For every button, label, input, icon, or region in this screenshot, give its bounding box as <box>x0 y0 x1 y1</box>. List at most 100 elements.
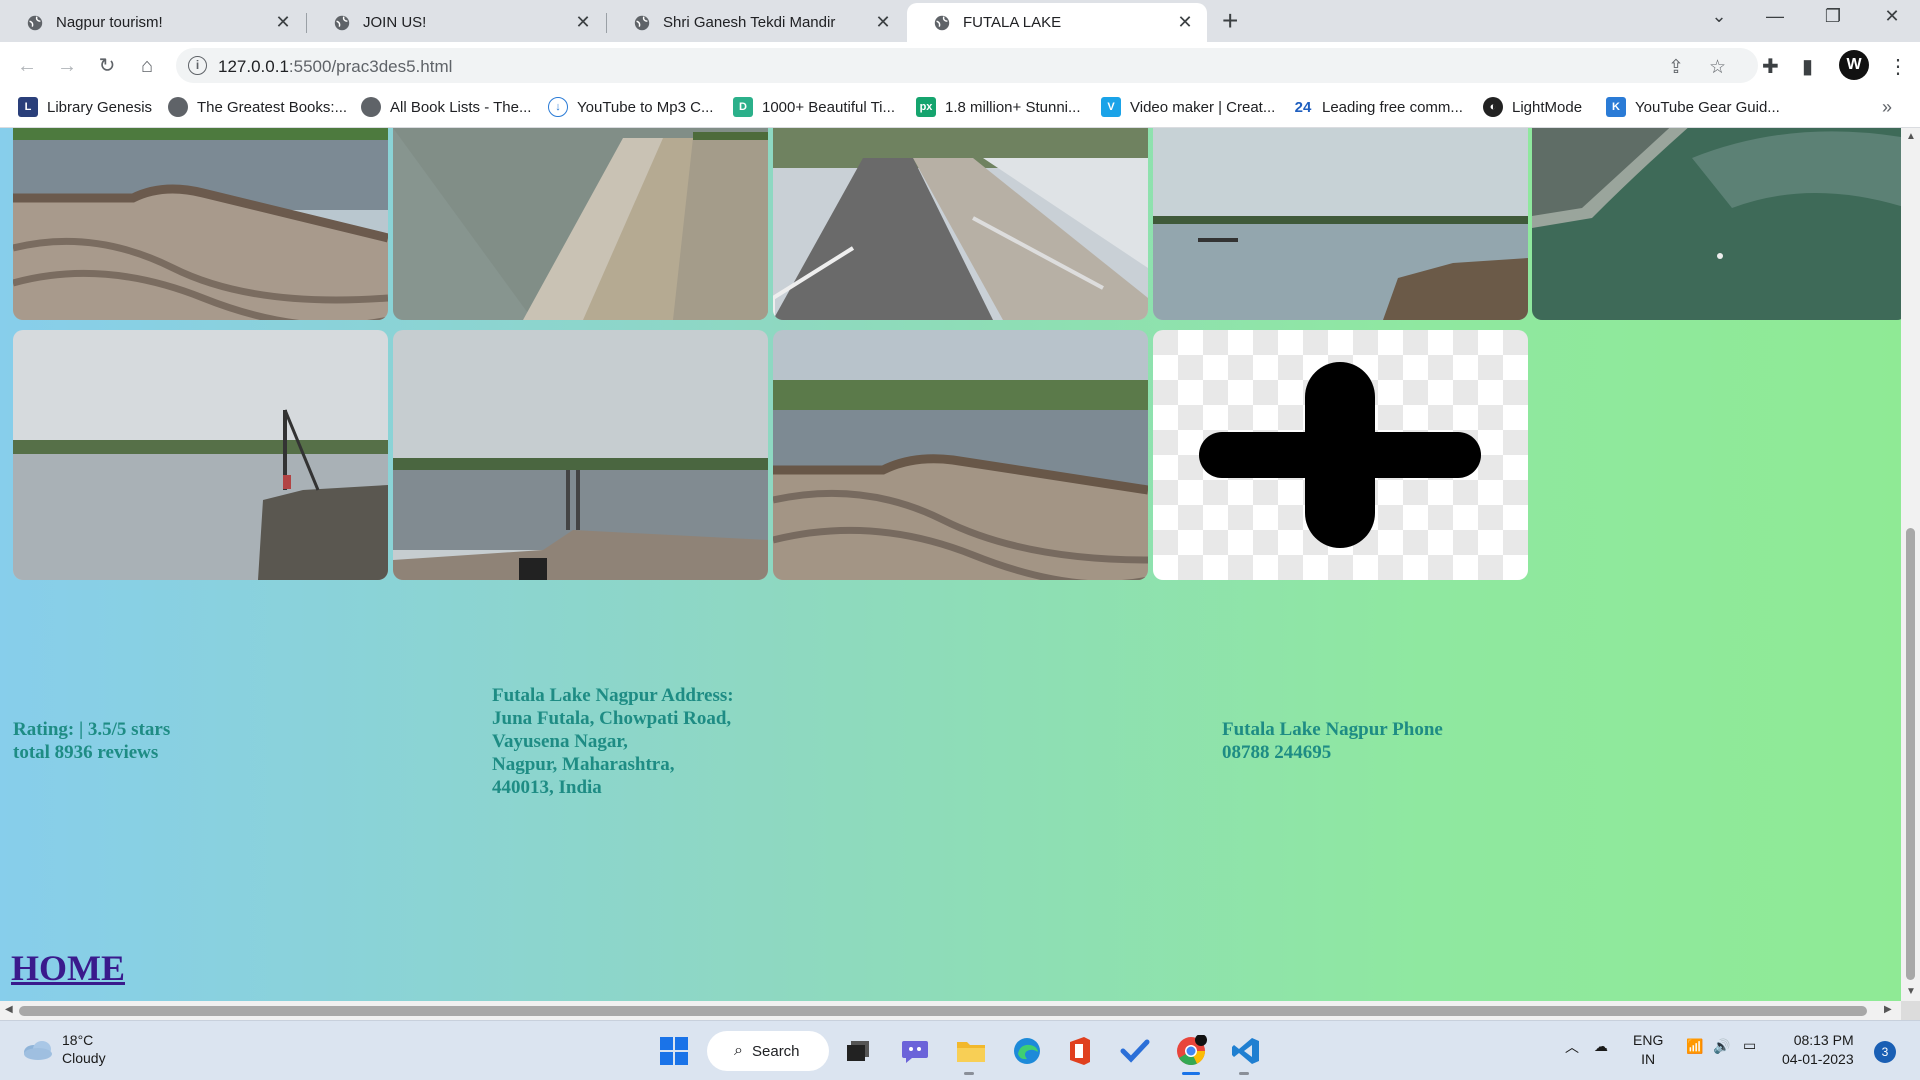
language-indicator[interactable]: ENG IN <box>1633 1031 1663 1069</box>
home-icon[interactable]: ⌂ <box>132 51 162 81</box>
bookmark-label: YouTube to Mp3 C... <box>577 98 714 116</box>
extensions-puzzle-icon[interactable]: ✚ <box>1762 54 1779 79</box>
windows-start-icon[interactable] <box>656 1033 692 1069</box>
share-icon[interactable]: ⇪ <box>1668 56 1684 79</box>
tab-futala-lake[interactable]: FUTALA LAKE ✕ <box>907 3 1207 42</box>
clock[interactable]: 08:13 PM 04-01-2023 <box>1782 1031 1854 1069</box>
lake-photo[interactable] <box>13 128 388 320</box>
weather-description: Cloudy <box>62 1050 106 1066</box>
tab-nagpur-tourism[interactable]: Nagpur tourism! ✕ <box>0 3 305 42</box>
wifi-icon[interactable]: 📶 <box>1686 1038 1703 1055</box>
close-icon[interactable]: ✕ <box>873 12 893 33</box>
close-icon[interactable]: ✕ <box>273 12 293 33</box>
lake-photo[interactable] <box>393 128 768 320</box>
scroll-right-arrow-icon[interactable]: ▶ <box>1884 1004 1892 1015</box>
scroll-left-arrow-icon[interactable]: ◀ <box>5 1004 13 1015</box>
vscode-icon[interactable] <box>1228 1033 1264 1069</box>
bookmark-item[interactable]: D 1000+ Beautiful Ti... <box>733 97 895 117</box>
side-panel-icon[interactable]: ▮ <box>1802 54 1813 79</box>
close-icon[interactable]: ✕ <box>1175 12 1195 33</box>
home-link[interactable]: HOME <box>11 947 125 989</box>
add-photo-placeholder-icon[interactable] <box>1153 330 1528 580</box>
bookmark-item[interactable]: 24 Leading free comm... <box>1293 97 1463 117</box>
address-line: 440013, India <box>492 777 602 798</box>
cloud-download-icon: ↓ <box>548 97 568 117</box>
rating-text: Rating: | 3.5/5 stars <box>13 719 171 740</box>
address-title: Futala Lake Nagpur Address: <box>492 685 734 706</box>
task-view-icon[interactable] <box>840 1033 876 1069</box>
tab-strip: Nagpur tourism! ✕ JOIN US! ✕ Shri Ganesh… <box>0 0 1920 42</box>
window-close-icon[interactable]: ✕ <box>1872 6 1912 27</box>
volume-icon[interactable]: 🔊 <box>1713 1038 1730 1055</box>
bookmark-item[interactable]: ↓ YouTube to Mp3 C... <box>548 97 713 117</box>
onedrive-sync-icon[interactable]: ☁ <box>1594 1038 1608 1055</box>
bookmark-item[interactable]: The Greatest Books:... <box>168 97 347 117</box>
bookmark-label: 1000+ Beautiful Ti... <box>762 98 896 116</box>
d-letter-icon: D <box>733 97 753 117</box>
minimize-icon[interactable]: — <box>1755 6 1795 27</box>
show-hidden-icons-chevron-icon[interactable]: ︿ <box>1565 1037 1579 1057</box>
tab-join-us[interactable]: JOIN US! ✕ <box>307 3 605 42</box>
horizontal-scrollbar[interactable]: ◀ ▶ <box>0 1001 1901 1020</box>
battery-icon[interactable]: ▭ <box>1743 1037 1756 1054</box>
reload-icon[interactable]: ↻ <box>92 51 122 81</box>
horizontal-scroll-thumb[interactable] <box>19 1006 1867 1016</box>
bookmarks-bar: L Library Genesis The Greatest Books:... … <box>0 89 1920 128</box>
lake-photo[interactable] <box>393 330 768 580</box>
globe-icon <box>634 15 650 30</box>
todo-check-icon[interactable] <box>1117 1033 1153 1069</box>
file-explorer-icon[interactable] <box>953 1033 989 1069</box>
office-icon[interactable] <box>1062 1033 1098 1069</box>
bookmark-item[interactable]: px 1.8 million+ Stunni... <box>916 97 1081 117</box>
bookmark-item[interactable]: All Book Lists - The... <box>361 97 531 117</box>
bookmarks-overflow-chevron-icon[interactable]: » <box>1882 97 1892 118</box>
url-host: 127.0.0.1 <box>218 57 289 76</box>
address-bar[interactable]: i 127.0.0.1:5500/prac3des5.html ⇪ ☆ <box>176 48 1758 83</box>
edge-browser-icon[interactable] <box>1009 1033 1045 1069</box>
bookmark-item[interactable]: K YouTube Gear Guid... <box>1606 97 1780 117</box>
back-arrow-icon[interactable]: ← <box>12 51 42 81</box>
menu-kebab-icon[interactable]: ⋮ <box>1888 54 1908 79</box>
taskbar-search-button[interactable]: ⌕ Search <box>707 1031 829 1071</box>
weather-temperature: 18°C <box>62 1032 94 1048</box>
teams-chat-icon[interactable] <box>897 1033 933 1069</box>
tab-shri-ganesh-tekdi[interactable]: Shri Ganesh Tekdi Mandir ✕ <box>607 3 905 42</box>
chrome-icon[interactable] <box>1173 1033 1209 1069</box>
vertical-scrollbar[interactable]: ▲ ▼ <box>1901 128 1920 1001</box>
site-info-icon[interactable]: i <box>188 56 207 75</box>
bookmark-label: LightMode <box>1512 98 1583 116</box>
restore-icon[interactable]: ❐ <box>1813 6 1853 27</box>
bookmark-item[interactable]: V Video maker | Creat... <box>1101 97 1275 117</box>
profile-avatar[interactable]: W <box>1839 50 1869 80</box>
phone-block: Futala Lake Nagpur Phone 08788 244695 <box>1222 718 1443 764</box>
search-icon: ⌕ <box>734 1042 743 1059</box>
url-text[interactable]: 127.0.0.1:5500/prac3des5.html <box>218 57 452 77</box>
lake-photo[interactable] <box>1532 128 1901 320</box>
tab-title: Shri Ganesh Tekdi Mandir <box>663 14 836 31</box>
lake-photo[interactable] <box>773 128 1148 320</box>
address-line: Vayusena Nagar, <box>492 731 628 752</box>
notification-badge[interactable]: 3 <box>1874 1041 1896 1063</box>
tab-search-chevron-icon[interactable]: ⌄ <box>1699 6 1739 27</box>
lake-photo[interactable] <box>13 330 388 580</box>
lake-photo[interactable] <box>1153 128 1528 320</box>
forward-arrow-icon[interactable]: → <box>52 51 82 81</box>
bookmark-item[interactable]: ◐ LightMode <box>1483 97 1582 117</box>
new-tab-button[interactable]: + <box>1222 7 1238 35</box>
weather-widget[interactable]: 18°C Cloudy <box>22 1031 106 1067</box>
globe-icon <box>27 15 43 30</box>
24-icon: 24 <box>1293 97 1313 117</box>
lake-photo[interactable] <box>773 330 1148 580</box>
px-icon: px <box>916 97 936 117</box>
url-path: :5500/prac3des5.html <box>288 57 453 76</box>
scroll-up-arrow-icon[interactable]: ▲ <box>1906 131 1916 142</box>
running-indicator <box>1239 1072 1249 1075</box>
bookmark-label: 1.8 million+ Stunni... <box>945 98 1081 116</box>
scroll-down-arrow-icon[interactable]: ▼ <box>1906 986 1916 997</box>
vertical-scroll-thumb[interactable] <box>1906 528 1915 980</box>
close-icon[interactable]: ✕ <box>573 12 593 33</box>
bookmark-item[interactable]: L Library Genesis <box>18 97 152 117</box>
bookmark-star-icon[interactable]: ☆ <box>1709 56 1726 79</box>
bookmark-label: YouTube Gear Guid... <box>1635 98 1780 116</box>
globe-icon <box>361 97 381 117</box>
